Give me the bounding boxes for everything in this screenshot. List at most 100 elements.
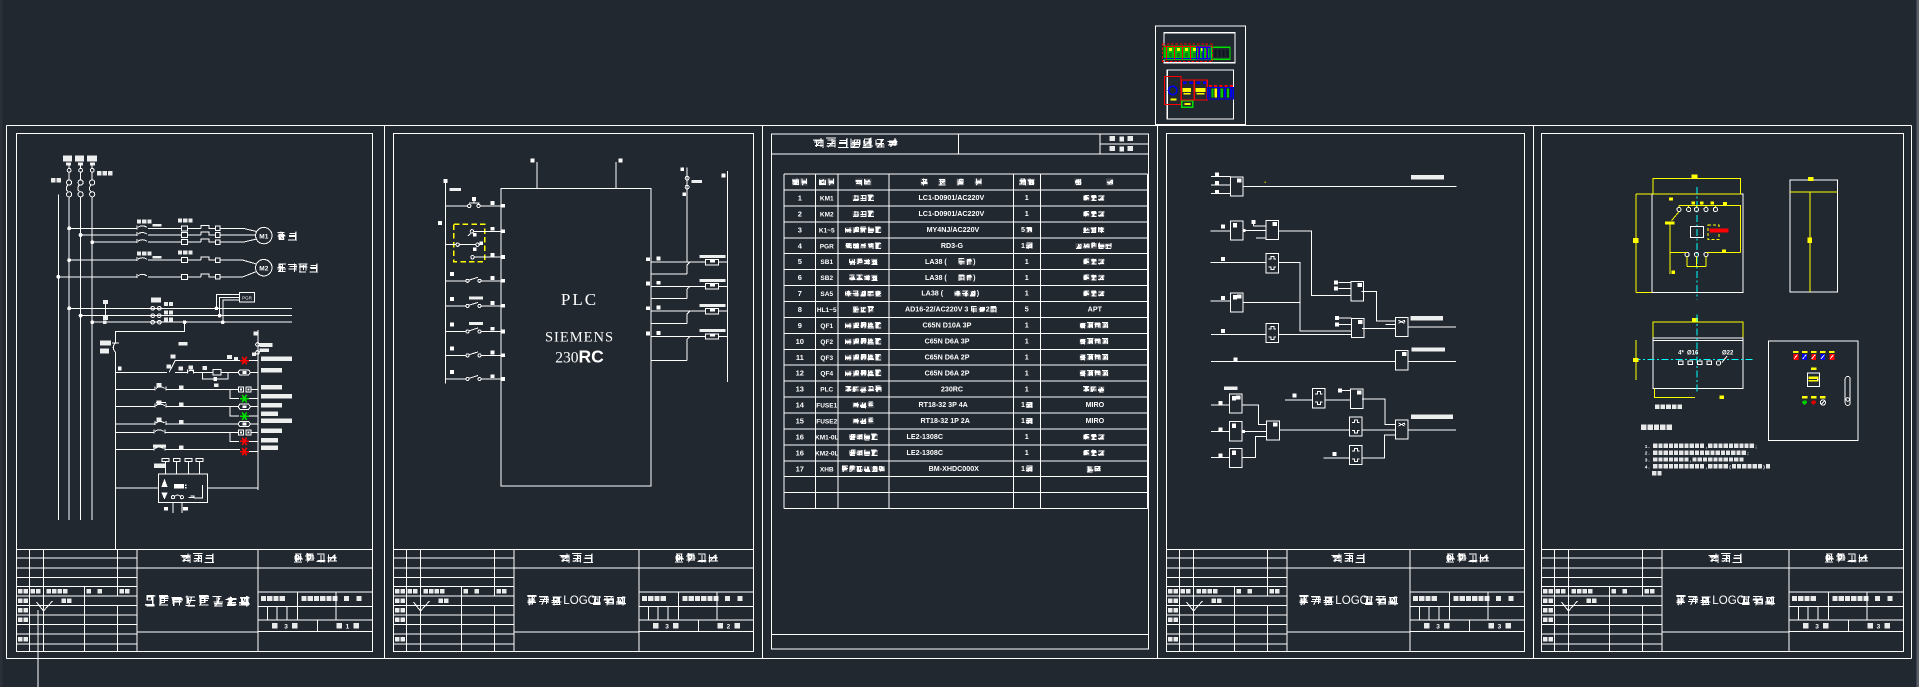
svg-text:C65N D6A 2P: C65N D6A 2P (925, 353, 970, 361)
svg-text:9: 9 (798, 321, 802, 330)
svg-text:10: 10 (796, 337, 804, 346)
svg-text:1: 1 (1021, 417, 1025, 425)
svg-text:RT18-32 1P 2A: RT18-32 1P 2A (921, 417, 970, 425)
svg-text:3: 3 (1498, 624, 1502, 631)
svg-text:2: 2 (986, 306, 990, 314)
svg-text:1: 1 (1021, 242, 1025, 250)
svg-text:16: 16 (796, 448, 804, 457)
svg-text:1: 1 (1025, 258, 1029, 266)
svg-text:LC1-D0901/AC220V: LC1-D0901/AC220V (918, 210, 984, 218)
svg-text:QF4: QF4 (820, 371, 833, 378)
svg-text:.: . (1648, 466, 1649, 471)
svg-text:4: 4 (1645, 465, 1648, 471)
svg-text:FUSE2: FUSE2 (816, 418, 837, 425)
svg-text:SB2: SB2 (820, 275, 833, 282)
svg-text:FUSE1: FUSE1 (816, 403, 837, 410)
svg-text:.: . (1648, 445, 1649, 450)
svg-text:3: 3 (798, 225, 802, 234)
svg-text:Ø22: Ø22 (1722, 351, 1734, 357)
svg-text:LOGO: LOGO (1712, 595, 1745, 607)
svg-text:LA38 (: LA38 ( (925, 258, 947, 266)
svg-text:K1~5: K1~5 (819, 227, 835, 234)
svg-text:QF1: QF1 (820, 323, 833, 330)
svg-text:14: 14 (796, 401, 805, 410)
svg-text:HL1~5: HL1~5 (817, 307, 837, 314)
svg-text:13: 13 (796, 385, 804, 394)
svg-text:1: 1 (1021, 465, 1025, 473)
svg-text:QF2: QF2 (820, 339, 833, 346)
svg-text:KM1-0L: KM1-0L (815, 434, 839, 441)
svg-text:SA5: SA5 (820, 291, 833, 298)
svg-text:1: 1 (1025, 353, 1029, 361)
svg-text:5: 5 (1025, 306, 1029, 314)
svg-text:QF3: QF3 (820, 355, 833, 362)
svg-text:3: 3 (1436, 624, 1440, 631)
svg-text:1: 1 (798, 193, 802, 202)
svg-text:LOGO: LOGO (1335, 595, 1368, 607)
svg-text:C65N D6A 2P: C65N D6A 2P (925, 369, 970, 377)
svg-text:XHB: XHB (820, 466, 834, 473)
svg-text:2: 2 (798, 209, 802, 218)
svg-text:LC1-D0901/AC220V: LC1-D0901/AC220V (918, 194, 984, 202)
svg-text:PGR: PGR (820, 243, 834, 250)
svg-text:AD16-22/AC220V 3: AD16-22/AC220V 3 (905, 306, 968, 314)
svg-text:PLC: PLC (561, 290, 598, 309)
svg-text:1: 1 (1025, 194, 1029, 202)
svg-text:KM2-0L: KM2-0L (815, 450, 839, 457)
svg-text:3: 3 (1877, 624, 1881, 631)
svg-text:3: 3 (1645, 458, 1648, 464)
svg-text:11: 11 (796, 353, 804, 362)
svg-text:1: 1 (1025, 338, 1029, 346)
svg-text:M1: M1 (259, 233, 268, 240)
svg-text:12: 12 (796, 369, 804, 378)
svg-text:1: 1 (1025, 433, 1029, 441)
svg-text:3: 3 (665, 624, 669, 631)
svg-text:LA38 (: LA38 ( (925, 274, 947, 282)
svg-text:APT: APT (1088, 306, 1103, 314)
svg-text:KM1: KM1 (820, 195, 834, 202)
svg-text:1: 1 (1645, 444, 1648, 450)
svg-text:17: 17 (796, 464, 804, 473)
svg-text:BM-XHDC000X: BM-XHDC000X (929, 465, 980, 473)
svg-text:MIRO: MIRO (1086, 401, 1105, 409)
svg-text:230RC: 230RC (941, 385, 963, 393)
svg-text:M2: M2 (259, 265, 268, 272)
svg-text:SIEMENS: SIEMENS (545, 330, 614, 346)
svg-text:6: 6 (798, 273, 802, 282)
svg-text:5: 5 (798, 257, 802, 266)
svg-text:.: . (1648, 459, 1649, 464)
svg-text:1: 1 (1025, 322, 1029, 330)
svg-text:MY4NJ/AC220V: MY4NJ/AC220V (927, 226, 980, 234)
svg-text:PGR: PGR (242, 295, 253, 300)
svg-text:KM2: KM2 (820, 211, 834, 218)
svg-text:3: 3 (284, 624, 288, 631)
svg-text:LOGO: LOGO (563, 595, 596, 607)
svg-text:PLC: PLC (820, 387, 833, 394)
svg-text:1: 1 (1025, 210, 1029, 218)
svg-text:2: 2 (1645, 451, 1648, 457)
svg-text:LE2-1308C: LE2-1308C (907, 433, 943, 441)
svg-text:LA38 (: LA38 ( (921, 290, 943, 298)
svg-text:2: 2 (727, 624, 731, 631)
svg-text:1: 1 (1025, 385, 1029, 393)
svg-text:MIRO: MIRO (1086, 417, 1105, 425)
svg-text:7: 7 (798, 289, 802, 298)
svg-text:8: 8 (798, 305, 802, 314)
svg-text:.: . (1648, 452, 1649, 457)
svg-text:3: 3 (1815, 624, 1819, 631)
svg-text:16: 16 (796, 432, 804, 441)
svg-text:LE2-1308C: LE2-1308C (907, 449, 943, 457)
svg-text:1: 1 (1025, 369, 1029, 377)
svg-text:5: 5 (1021, 226, 1025, 234)
svg-text:1: 1 (1025, 290, 1029, 298)
svg-text:15: 15 (796, 416, 804, 425)
svg-text:1: 1 (346, 624, 350, 631)
svg-text:230RC: 230RC (555, 347, 604, 367)
svg-text:1: 1 (1025, 449, 1029, 457)
svg-text:C65N D6A 3P: C65N D6A 3P (925, 338, 970, 346)
svg-text:1: 1 (1021, 401, 1025, 409)
svg-text:1: 1 (1025, 274, 1029, 282)
svg-text:4*: 4* (1678, 351, 1684, 357)
svg-text:Ø16: Ø16 (1687, 351, 1699, 357)
svg-text:C65N D10A 3P: C65N D10A 3P (923, 322, 972, 330)
